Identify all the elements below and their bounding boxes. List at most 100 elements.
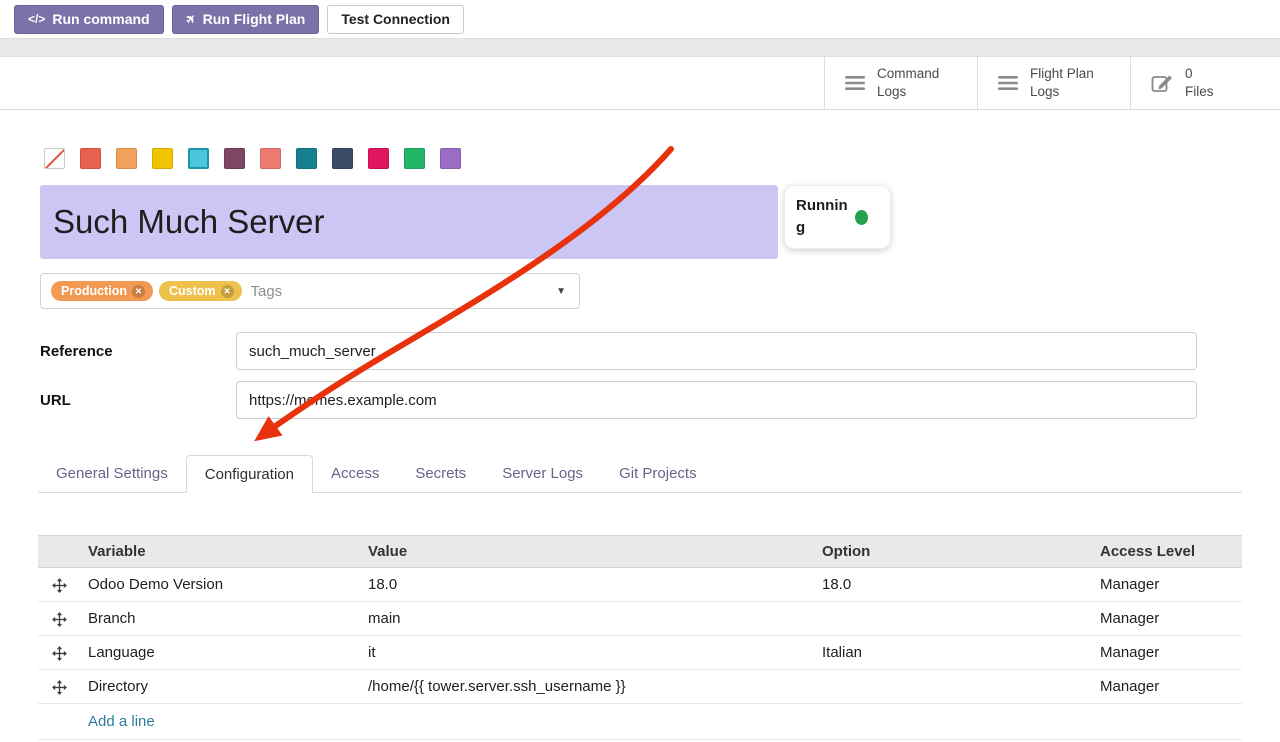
command-logs-button[interactable]: Command Logs bbox=[824, 57, 977, 109]
color-swatch-none[interactable] bbox=[44, 148, 65, 169]
color-swatch-salmon[interactable] bbox=[260, 148, 281, 169]
run-command-button[interactable]: </> Run command bbox=[14, 5, 164, 34]
flight-plan-logs-button[interactable]: Flight Plan Logs bbox=[977, 57, 1130, 109]
tab-general-settings[interactable]: General Settings bbox=[38, 455, 186, 493]
tag-production[interactable]: Production ✕ bbox=[51, 281, 153, 301]
color-picker bbox=[44, 148, 1280, 169]
edit-icon bbox=[1151, 73, 1173, 93]
run-command-label: Run command bbox=[52, 11, 149, 27]
col-variable: Variable bbox=[80, 536, 360, 568]
flight-plan-logs-label: Flight Plan Logs bbox=[1030, 65, 1110, 101]
cell-variable[interactable]: Language bbox=[80, 636, 360, 670]
divider-strip bbox=[0, 38, 1280, 57]
color-swatch-maroon[interactable] bbox=[224, 148, 245, 169]
files-button[interactable]: 0 Files bbox=[1130, 57, 1280, 109]
tag-label: Production bbox=[61, 284, 127, 298]
drag-handle[interactable] bbox=[38, 636, 80, 670]
files-label: Files bbox=[1185, 83, 1214, 101]
move-icon bbox=[52, 578, 67, 593]
tags-field[interactable]: Production ✕ Custom ✕ Tags ▼ bbox=[40, 273, 580, 309]
col-handle bbox=[38, 536, 80, 568]
test-connection-button[interactable]: Test Connection bbox=[327, 5, 464, 34]
table-row: Directory/home/{{ tower.server.ssh_usern… bbox=[38, 670, 1242, 704]
color-swatch-magenta[interactable] bbox=[368, 148, 389, 169]
title-row: Such Much Server Running bbox=[40, 185, 1280, 259]
add-a-line-link[interactable]: Add a line bbox=[80, 704, 1242, 740]
reference-input[interactable]: such_much_server bbox=[236, 332, 1197, 370]
cell-value[interactable]: 18.0 bbox=[360, 568, 814, 602]
move-icon bbox=[52, 646, 67, 661]
drag-handle[interactable] bbox=[38, 670, 80, 704]
tag-custom[interactable]: Custom ✕ bbox=[159, 281, 242, 301]
color-swatch-green[interactable] bbox=[404, 148, 425, 169]
url-input[interactable]: https://memes.example.com bbox=[236, 381, 1197, 419]
cell-access-level[interactable]: Manager bbox=[1092, 636, 1242, 670]
drag-handle[interactable] bbox=[38, 602, 80, 636]
run-flight-plan-button[interactable]: ✈ Run Flight Plan bbox=[172, 5, 320, 34]
command-logs-label: Command Logs bbox=[877, 65, 957, 101]
table-row: Branchmain Manager bbox=[38, 602, 1242, 636]
move-icon bbox=[52, 680, 67, 695]
form-status-header: Command Logs Flight Plan Logs 0 Files bbox=[0, 57, 1280, 110]
cell-option[interactable]: Italian bbox=[814, 636, 1092, 670]
color-swatch-navy[interactable] bbox=[332, 148, 353, 169]
col-value: Value bbox=[360, 536, 814, 568]
tab-server-logs[interactable]: Server Logs bbox=[484, 455, 601, 493]
chevron-down-icon[interactable]: ▼ bbox=[556, 286, 566, 297]
cell-variable[interactable]: Directory bbox=[80, 670, 360, 704]
tag-label: Custom bbox=[169, 284, 216, 298]
tab-git-projects[interactable]: Git Projects bbox=[601, 455, 715, 493]
cell-variable[interactable]: Odoo Demo Version bbox=[80, 568, 360, 602]
cell-value[interactable]: it bbox=[360, 636, 814, 670]
cell-option[interactable]: 18.0 bbox=[814, 568, 1092, 602]
reference-field-row: Reference such_much_server bbox=[40, 332, 1280, 370]
tab-secrets[interactable]: Secrets bbox=[397, 455, 484, 493]
cell-option[interactable] bbox=[814, 602, 1092, 636]
status-label: Running bbox=[796, 195, 848, 239]
server-name-input[interactable]: Such Much Server bbox=[40, 185, 778, 259]
test-connection-label: Test Connection bbox=[341, 11, 450, 27]
drag-handle[interactable] bbox=[38, 568, 80, 602]
list-icon bbox=[845, 75, 865, 91]
status-badge: Running bbox=[784, 185, 891, 249]
cell-option[interactable] bbox=[814, 670, 1092, 704]
color-swatch-teal[interactable] bbox=[296, 148, 317, 169]
tag-remove-icon[interactable]: ✕ bbox=[221, 285, 234, 298]
plane-icon: ✈ bbox=[182, 10, 199, 27]
col-access-level: Access Level bbox=[1092, 536, 1242, 568]
cell-value[interactable]: main bbox=[360, 602, 814, 636]
url-field-row: URL https://memes.example.com bbox=[40, 381, 1280, 419]
cell-access-level[interactable]: Manager bbox=[1092, 602, 1242, 636]
color-swatch-red[interactable] bbox=[80, 148, 101, 169]
top-action-bar: </> Run command ✈ Run Flight Plan Test C… bbox=[0, 0, 1280, 38]
tab-access[interactable]: Access bbox=[313, 455, 397, 493]
code-icon: </> bbox=[28, 12, 45, 26]
list-icon bbox=[998, 75, 1018, 91]
tags-placeholder: Tags bbox=[251, 283, 283, 300]
table-row: Odoo Demo Version18.018.0Manager bbox=[38, 568, 1242, 602]
color-swatch-cyan[interactable] bbox=[188, 148, 209, 169]
col-option: Option bbox=[814, 536, 1092, 568]
notebook-tabs: General SettingsConfigurationAccessSecre… bbox=[38, 455, 1242, 493]
add-line-row: Add a line bbox=[38, 704, 1242, 740]
files-count: 0 bbox=[1185, 65, 1214, 83]
tab-configuration[interactable]: Configuration bbox=[186, 455, 313, 493]
color-swatch-orange[interactable] bbox=[116, 148, 137, 169]
color-swatch-yellow[interactable] bbox=[152, 148, 173, 169]
tag-remove-icon[interactable]: ✕ bbox=[132, 285, 145, 298]
config-table-header-row: VariableValueOptionAccess Level bbox=[38, 536, 1242, 568]
config-table-body: Odoo Demo Version18.018.0ManagerBranchma… bbox=[38, 568, 1242, 740]
run-flight-plan-label: Run Flight Plan bbox=[203, 11, 306, 27]
tags-pills: Production ✕ Custom ✕ bbox=[51, 281, 242, 301]
color-swatch-purple[interactable] bbox=[440, 148, 461, 169]
cell-value[interactable]: /home/{{ tower.server.ssh_username }} bbox=[360, 670, 814, 704]
configuration-table: VariableValueOptionAccess Level Odoo Dem… bbox=[38, 535, 1242, 740]
drag-handle-empty bbox=[38, 704, 80, 740]
move-icon bbox=[52, 612, 67, 627]
cell-variable[interactable]: Branch bbox=[80, 602, 360, 636]
cell-access-level[interactable]: Manager bbox=[1092, 568, 1242, 602]
status-dot-icon bbox=[855, 210, 868, 225]
reference-label: Reference bbox=[40, 343, 236, 360]
cell-access-level[interactable]: Manager bbox=[1092, 670, 1242, 704]
table-row: LanguageitItalianManager bbox=[38, 636, 1242, 670]
